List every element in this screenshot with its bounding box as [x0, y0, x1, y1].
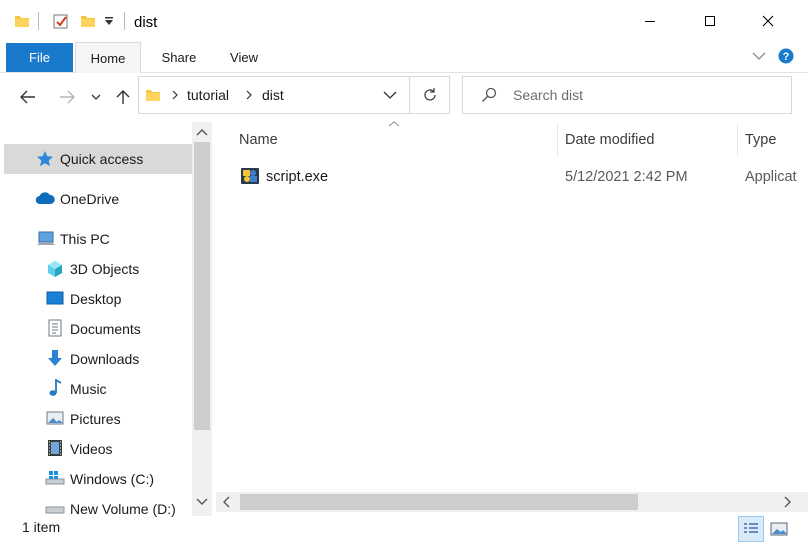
- sidebar-item-label: Videos: [70, 441, 113, 457]
- sidebar-item-label: New Volume (D:): [70, 501, 176, 517]
- sidebar-item-label: Documents: [70, 321, 141, 337]
- sidebar-item-label: Quick access: [60, 151, 144, 167]
- horizontal-scrollbar-thumb[interactable]: [240, 494, 638, 510]
- address-bar[interactable]: tutorial dist: [138, 76, 410, 114]
- help-icon[interactable]: ?: [778, 48, 794, 64]
- drive-icon: [45, 502, 65, 520]
- column-header-type[interactable]: Type: [745, 124, 805, 156]
- video-icon: [46, 439, 64, 457]
- file-type: Applicat: [745, 169, 797, 185]
- back-button[interactable]: [14, 80, 42, 114]
- sidebar-item-label: Windows (C:): [70, 471, 155, 487]
- recent-locations-button[interactable]: [84, 80, 108, 114]
- sidebar-item-desktop[interactable]: Desktop: [0, 284, 192, 314]
- scroll-down-icon[interactable]: [196, 498, 208, 506]
- refresh-button[interactable]: [410, 76, 450, 114]
- forward-button[interactable]: [53, 80, 81, 114]
- download-icon: [46, 349, 64, 367]
- title-bar: dist: [0, 0, 808, 42]
- expand-ribbon-icon[interactable]: [752, 51, 766, 61]
- sidebar-item-music[interactable]: Music: [0, 374, 192, 404]
- tab-home[interactable]: Home: [75, 42, 141, 73]
- sidebar-item-downloads[interactable]: Downloads: [0, 344, 192, 374]
- sidebar-scrollbar-thumb[interactable]: [194, 142, 210, 430]
- chevron-right-icon[interactable]: [245, 90, 253, 100]
- cloud-icon: [35, 191, 55, 209]
- sidebar-item-quick-access[interactable]: Quick access: [0, 144, 192, 174]
- tab-view[interactable]: View: [216, 42, 272, 72]
- chevron-down-icon[interactable]: [383, 91, 397, 100]
- up-button[interactable]: [109, 80, 137, 114]
- sidebar-item-pictures[interactable]: Pictures: [0, 404, 192, 434]
- divider: [38, 12, 39, 30]
- large-icons-view-button[interactable]: [766, 516, 792, 542]
- sidebar-item-onedrive[interactable]: OneDrive: [0, 184, 192, 214]
- divider: [124, 12, 125, 30]
- document-icon: [47, 319, 65, 337]
- item-count: 1 item: [22, 519, 61, 535]
- column-divider[interactable]: [557, 124, 558, 156]
- folder-icon: [14, 13, 30, 29]
- folder-icon: [145, 87, 161, 103]
- close-button[interactable]: [745, 0, 791, 42]
- column-divider[interactable]: [737, 124, 738, 156]
- column-header-date-modified[interactable]: Date modified: [565, 124, 730, 156]
- sidebar-item-label: Music: [70, 381, 107, 397]
- search-icon: [481, 87, 497, 103]
- sidebar-item-videos[interactable]: Videos: [0, 434, 192, 464]
- file-date-modified: 5/12/2021 2:42 PM: [565, 169, 688, 185]
- search-box[interactable]: Search dist: [462, 76, 792, 114]
- details-view-button[interactable]: [738, 516, 764, 542]
- computer-icon: [36, 230, 55, 248]
- desktop-icon: [46, 290, 64, 308]
- breadcrumb-tutorial[interactable]: tutorial: [187, 77, 229, 113]
- navigation-pane: Quick access OneDrive This PC 3D Objects…: [0, 122, 192, 517]
- minimize-button[interactable]: [627, 0, 673, 42]
- sidebar-item-label: Desktop: [70, 291, 122, 307]
- sidebar-item-label: Pictures: [70, 411, 121, 427]
- search-input[interactable]: Search dist: [513, 87, 583, 103]
- sidebar-item-this-pc[interactable]: This PC: [0, 224, 192, 254]
- tab-share[interactable]: Share: [150, 42, 208, 72]
- file-name[interactable]: script.exe: [266, 169, 328, 185]
- sidebar-item-3d-objects[interactable]: 3D Objects: [0, 254, 192, 284]
- drive-icon: [45, 470, 65, 488]
- sidebar-item-label: This PC: [60, 231, 110, 247]
- scroll-up-icon[interactable]: [196, 128, 208, 136]
- maximize-button[interactable]: [687, 0, 733, 42]
- scroll-right-icon[interactable]: [784, 496, 792, 508]
- tab-file[interactable]: File: [6, 43, 73, 72]
- music-icon: [47, 379, 65, 397]
- properties-icon[interactable]: [52, 12, 70, 30]
- sidebar-item-label: Downloads: [70, 351, 140, 367]
- breadcrumb-dist[interactable]: dist: [262, 77, 284, 113]
- new-folder-icon[interactable]: [80, 13, 96, 29]
- sidebar-item-label: 3D Objects: [70, 261, 140, 277]
- picture-icon: [46, 410, 64, 428]
- scroll-left-icon[interactable]: [222, 496, 230, 508]
- ribbon-tabs: File Home Share View ?: [0, 42, 808, 73]
- customize-toolbar-icon[interactable]: [104, 16, 114, 26]
- file-row[interactable]: script.exe 5/12/2021 2:42 PM Applicat: [232, 164, 808, 192]
- executable-file-icon: [240, 166, 260, 186]
- cube-icon: [46, 260, 64, 278]
- star-icon: [36, 150, 54, 168]
- chevron-right-icon[interactable]: [171, 90, 179, 100]
- window-title: dist: [134, 14, 158, 31]
- sidebar-item-label: OneDrive: [60, 191, 120, 207]
- column-header-name[interactable]: Name: [239, 124, 549, 156]
- sidebar-item-documents[interactable]: Documents: [0, 314, 192, 344]
- svg-text:?: ?: [783, 51, 790, 63]
- sidebar-item-windows-c[interactable]: Windows (C:): [0, 464, 192, 494]
